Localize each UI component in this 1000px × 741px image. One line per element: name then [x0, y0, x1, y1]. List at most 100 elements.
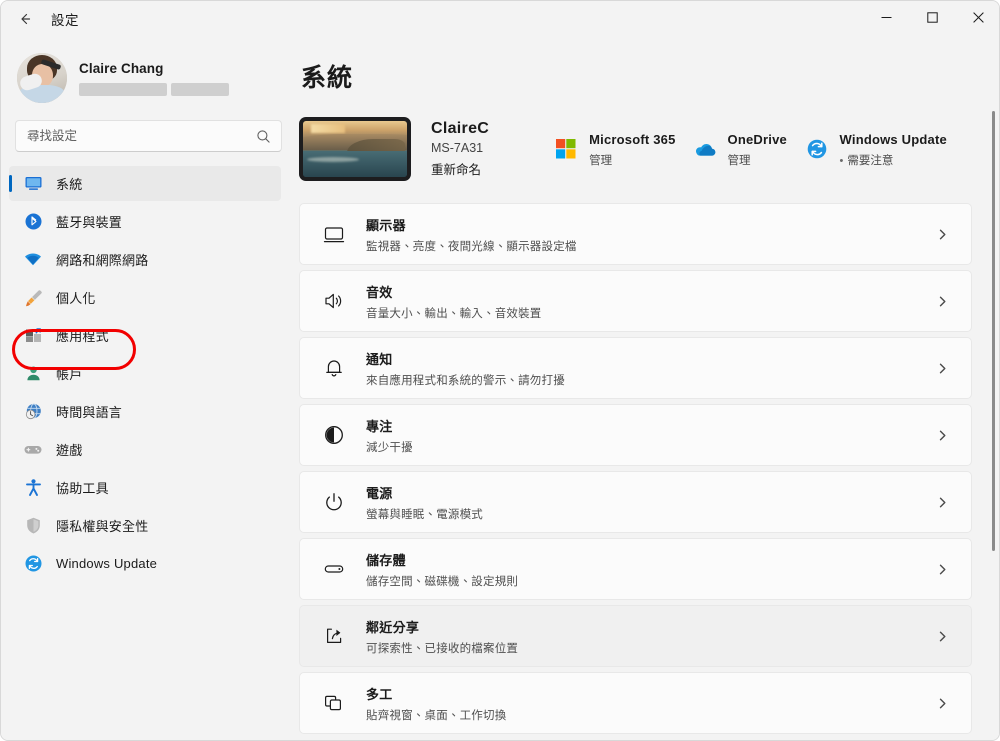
sidebar-item-accessibility[interactable]: 協助工具	[9, 470, 281, 505]
sidebar-item-label: 系統	[56, 174, 82, 193]
card-title: 鄰近分享	[366, 617, 936, 636]
close-button[interactable]	[955, 1, 1000, 34]
page-title: 系統	[301, 58, 1000, 94]
window-controls	[863, 1, 1000, 37]
card-subtitle: 來自應用程式和系統的警示、請勿打擾	[366, 372, 936, 388]
card-title: 專注	[366, 416, 936, 435]
chevron-right-icon	[936, 496, 949, 509]
quick-link-microsoft-365[interactable]: Microsoft 365 管理	[545, 127, 683, 172]
power-icon	[319, 491, 349, 513]
account-icon	[22, 363, 44, 385]
quick-link-subtitle: 需要注意	[840, 152, 947, 168]
sidebar-item-gaming[interactable]: 遊戲	[9, 432, 281, 467]
microsoft-365-icon	[553, 136, 579, 162]
quick-link-subtitle: 管理	[589, 152, 675, 168]
gaming-icon	[22, 439, 44, 461]
sidebar-item-time-language[interactable]: 時間與語言	[9, 394, 281, 429]
onedrive-icon	[692, 136, 718, 162]
sidebar-item-label: 個人化	[56, 288, 96, 307]
quick-link-title: Microsoft 365	[589, 132, 675, 147]
settings-card-power[interactable]: 電源 螢幕與睡眠、電源模式	[299, 471, 972, 533]
chevron-right-icon	[936, 429, 949, 442]
sidebar-item-bluetooth-devices[interactable]: 藍牙與裝置	[9, 204, 281, 239]
sidebar-item-label: 協助工具	[56, 478, 109, 497]
time-language-icon	[22, 401, 44, 423]
chevron-right-icon	[936, 630, 949, 643]
chevron-right-icon	[936, 563, 949, 576]
sidebar-item-label: 網路和網際網路	[56, 250, 148, 269]
card-title: 通知	[366, 349, 936, 368]
sidebar-item-label: Windows Update	[56, 556, 157, 571]
quick-link-windows-update[interactable]: Windows Update 需要注意	[796, 127, 955, 172]
storage-icon	[319, 558, 349, 580]
accessibility-icon	[22, 477, 44, 499]
search-input[interactable]	[16, 129, 281, 143]
sidebar-nav: 系統 藍牙與裝置 網路和網際網路	[9, 166, 281, 581]
sidebar-item-label: 應用程式	[56, 326, 109, 345]
vertical-scrollbar[interactable]	[992, 111, 995, 551]
device-thumbnail	[299, 117, 411, 181]
sidebar-item-label: 帳戶	[56, 364, 82, 383]
sidebar-item-label: 藍牙與裝置	[56, 212, 122, 231]
search-box[interactable]	[15, 120, 282, 152]
sidebar: Claire Chang	[1, 37, 289, 741]
device-model: MS-7A31	[431, 141, 489, 155]
sidebar-item-personalization[interactable]: 個人化	[9, 280, 281, 315]
sidebar-item-windows-update[interactable]: Windows Update	[9, 546, 281, 581]
device-info: ClaireC MS-7A31 重新命名	[431, 120, 489, 178]
quick-link-subtitle: 管理	[728, 152, 787, 168]
windows-update-icon	[804, 136, 830, 162]
card-subtitle: 監視器、亮度、夜間光線、顯示器設定檔	[366, 238, 936, 254]
chevron-right-icon	[936, 362, 949, 375]
chevron-right-icon	[936, 228, 949, 241]
minimize-button[interactable]	[863, 1, 909, 34]
settings-card-multitasking[interactable]: 多工 貼齊視窗、桌面、工作切換	[299, 672, 972, 734]
card-subtitle: 可探索性、已接收的檔案位置	[366, 640, 936, 656]
sidebar-item-system[interactable]: 系統	[9, 166, 281, 201]
card-subtitle: 音量大小、輸出、輸入、音效裝置	[366, 305, 936, 321]
chevron-right-icon	[936, 697, 949, 710]
settings-window: 設定 Claire Chang	[0, 0, 1000, 741]
back-button[interactable]	[9, 5, 41, 33]
card-subtitle: 貼齊視窗、桌面、工作切換	[366, 707, 936, 723]
quick-link-title: OneDrive	[728, 132, 787, 147]
display-icon	[319, 223, 349, 245]
device-name: ClaireC	[431, 120, 489, 138]
quick-links: Microsoft 365 管理 OneDrive 管理	[545, 127, 955, 172]
chevron-right-icon	[936, 295, 949, 308]
settings-card-focus[interactable]: 專注 減少干擾	[299, 404, 972, 466]
multitasking-icon	[319, 692, 349, 714]
window-title: 設定	[51, 9, 79, 29]
settings-card-notifications[interactable]: 通知 來自應用程式和系統的警示、請勿打擾	[299, 337, 972, 399]
settings-card-list: 顯示器 監視器、亮度、夜間光線、顯示器設定檔 音效 音量大小、輸出、輸入、音效裝…	[299, 203, 981, 734]
card-title: 音效	[366, 282, 936, 301]
card-title: 電源	[366, 483, 936, 502]
sidebar-item-accounts[interactable]: 帳戶	[9, 356, 281, 391]
card-subtitle: 儲存空間、磁碟機、設定規則	[366, 573, 936, 589]
sidebar-item-apps[interactable]: 應用程式	[9, 318, 281, 353]
settings-card-display[interactable]: 顯示器 監視器、亮度、夜間光線、顯示器設定檔	[299, 203, 972, 265]
title-bar: 設定	[1, 1, 1000, 37]
profile-name: Claire Chang	[79, 61, 281, 76]
rename-device-link[interactable]: 重新命名	[431, 159, 489, 178]
profile-email-redacted	[79, 83, 281, 96]
sidebar-item-label: 遊戲	[56, 440, 82, 459]
maximize-button[interactable]	[909, 1, 955, 34]
avatar	[17, 53, 67, 103]
nearby-share-icon	[319, 625, 349, 647]
profile-section[interactable]: Claire Chang	[17, 53, 281, 103]
shield-icon	[22, 515, 44, 537]
settings-card-storage[interactable]: 儲存體 儲存空間、磁碟機、設定規則	[299, 538, 972, 600]
paintbrush-icon	[22, 287, 44, 309]
quick-link-onedrive[interactable]: OneDrive 管理	[684, 127, 796, 172]
bell-icon	[319, 357, 349, 379]
sidebar-item-privacy-security[interactable]: 隱私權與安全性	[9, 508, 281, 543]
sidebar-item-network-internet[interactable]: 網路和網際網路	[9, 242, 281, 277]
card-title: 顯示器	[366, 215, 936, 234]
wifi-icon	[22, 249, 44, 271]
focus-icon	[319, 424, 349, 446]
card-subtitle: 螢幕與睡眠、電源模式	[366, 506, 936, 522]
settings-card-sound[interactable]: 音效 音量大小、輸出、輸入、音效裝置	[299, 270, 972, 332]
settings-card-nearby-share[interactable]: 鄰近分享 可探索性、已接收的檔案位置	[299, 605, 972, 667]
monitor-icon	[22, 173, 44, 195]
